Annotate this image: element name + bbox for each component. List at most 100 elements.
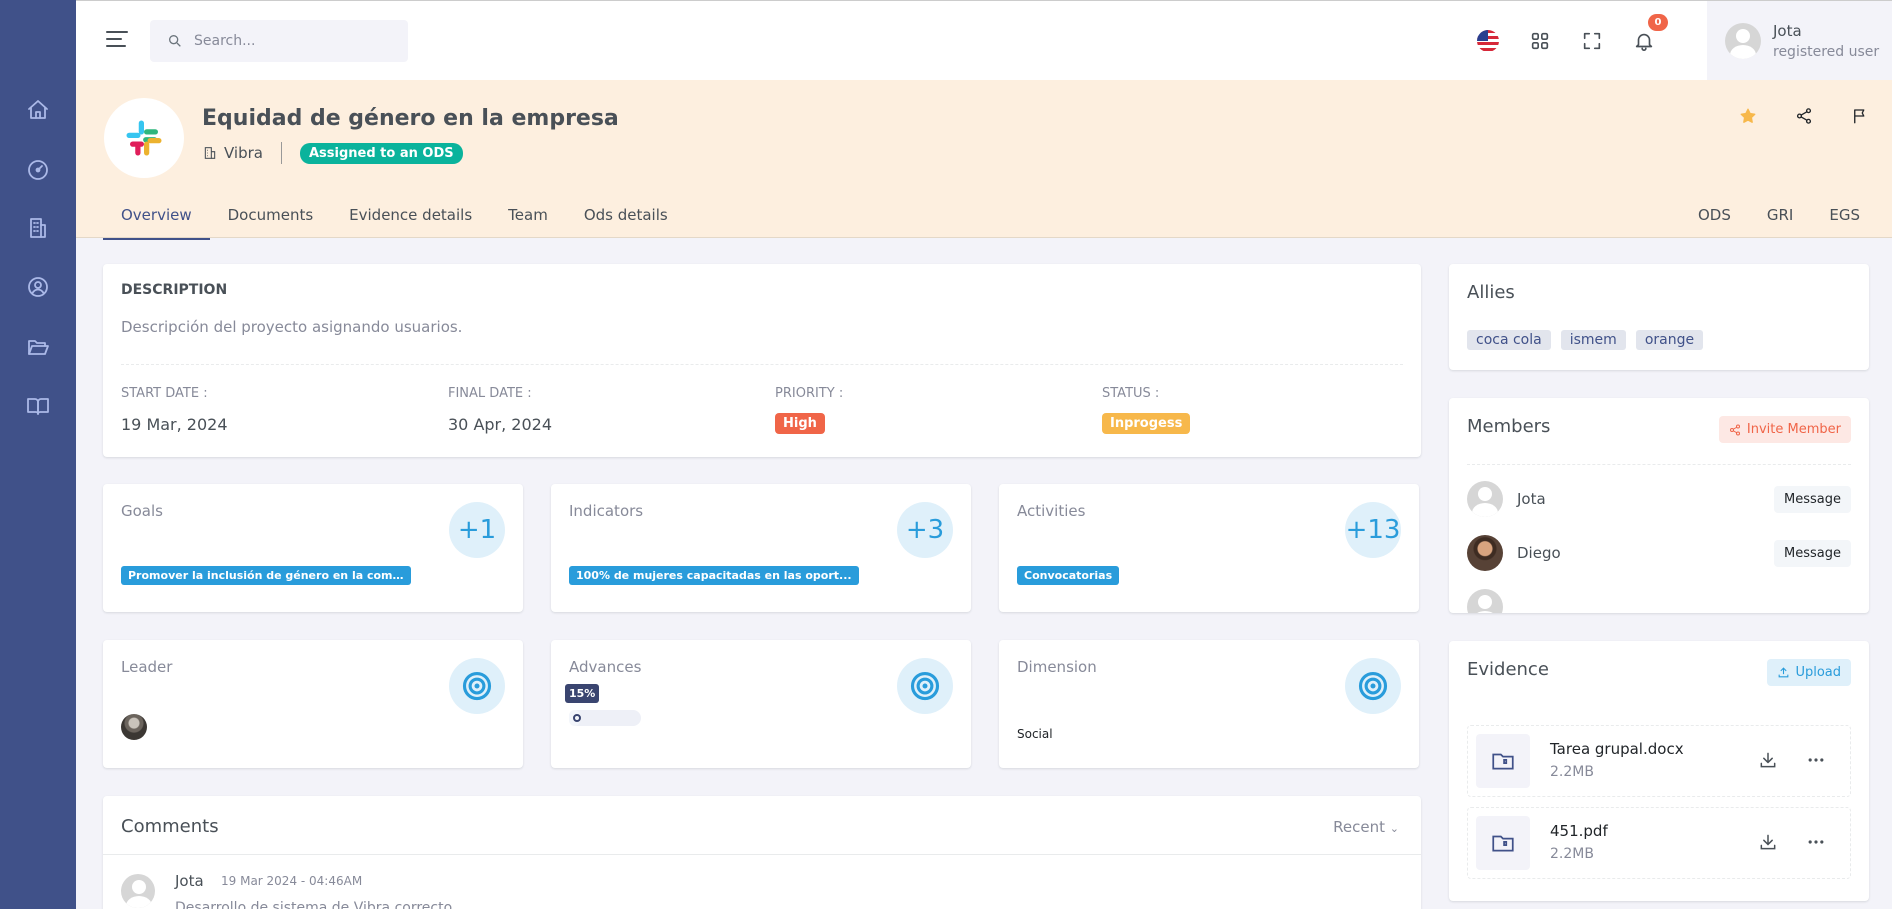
comments-title: Comments — [121, 816, 219, 837]
comment-author: Jota — [175, 872, 204, 890]
evidence-file: 451.pdf 2.2MB — [1467, 807, 1851, 879]
member-avatar — [1467, 481, 1503, 517]
comment-author-avatar — [121, 874, 155, 908]
description-heading: DESCRIPTION — [121, 282, 228, 298]
project-header: Equidad de género en la empresa Vibra As… — [76, 80, 1892, 240]
progress-bar — [569, 710, 641, 726]
more-horizontal-icon[interactable] — [1806, 832, 1828, 854]
tab-evidence-details[interactable]: Evidence details — [331, 200, 490, 240]
fullscreen-button[interactable] — [1574, 23, 1610, 59]
ods-status-badge: Assigned to an ODS — [299, 142, 463, 164]
share-icon — [1796, 108, 1812, 124]
target-icon — [897, 658, 953, 714]
tab-egs[interactable]: EGS — [1811, 200, 1878, 238]
download-icon[interactable] — [1758, 832, 1780, 854]
chevron-down-icon: ⌄ — [1389, 822, 1399, 835]
project-meta: Vibra Assigned to an ODS — [202, 142, 463, 164]
comments-sort-label: Recent — [1333, 818, 1385, 836]
indicators-card[interactable]: Indicators +3 100% de mujeres capacitada… — [551, 484, 971, 612]
invite-member-button[interactable]: Invite Member — [1718, 416, 1851, 443]
member-name: Jota — [1517, 490, 1546, 508]
file-size: 2.2MB — [1550, 846, 1594, 862]
target-icon — [449, 658, 505, 714]
fullscreen-icon — [1583, 32, 1601, 50]
dashboard-gauge-icon[interactable] — [24, 156, 52, 184]
divider — [280, 142, 282, 164]
favorite-button[interactable] — [1730, 98, 1766, 134]
user-circle-icon[interactable] — [24, 273, 52, 301]
invite-member-label: Invite Member — [1746, 422, 1841, 437]
member-row — [1467, 588, 1851, 613]
progress-tooltip: 15% — [565, 684, 600, 703]
tab-gri[interactable]: GRI — [1749, 200, 1811, 238]
leader-card: Leader — [103, 640, 523, 768]
sidebar — [0, 0, 76, 909]
activities-card[interactable]: Activities +13 Convocatorias — [999, 484, 1419, 612]
share-button[interactable] — [1786, 98, 1822, 134]
bell-icon — [1635, 33, 1653, 51]
report-flag-button[interactable] — [1842, 98, 1878, 134]
final-date: FINAL DATE : 30 Apr, 2024 — [448, 386, 552, 434]
menu-toggle-icon[interactable] — [106, 31, 128, 49]
status-label: STATUS : — [1102, 386, 1160, 401]
apps-grid-button[interactable] — [1522, 23, 1558, 59]
indicators-count: +3 — [897, 502, 953, 558]
search-input[interactable] — [194, 33, 384, 49]
tab-team[interactable]: Team — [490, 200, 566, 240]
tab-ods[interactable]: ODS — [1680, 200, 1749, 238]
tab-documents[interactable]: Documents — [210, 200, 332, 240]
member-avatar — [1467, 589, 1503, 613]
project-logo — [104, 98, 184, 178]
folder-file-icon — [1476, 816, 1530, 870]
comments-sort-dropdown[interactable]: Recent ⌄ — [1333, 818, 1399, 836]
goals-card[interactable]: Goals +1 Promover la inclusión de género… — [103, 484, 523, 612]
notifications-button[interactable]: 0 — [1626, 14, 1668, 59]
upload-icon — [1779, 667, 1789, 678]
slack-logo-icon — [126, 120, 162, 156]
tab-ods-details[interactable]: Ods details — [566, 200, 686, 240]
evidence-title: Evidence — [1467, 659, 1549, 680]
divider — [121, 364, 1403, 365]
members-title: Members — [1467, 416, 1551, 437]
upload-label: Upload — [1795, 665, 1841, 680]
divider — [103, 854, 1421, 855]
download-icon[interactable] — [1758, 750, 1780, 772]
home-icon[interactable] — [24, 96, 52, 124]
user-name: Jota — [1773, 22, 1802, 40]
description-text: Descripción del proyecto asignando usuar… — [121, 318, 463, 336]
leader-title: Leader — [121, 658, 173, 676]
upload-button[interactable]: Upload — [1767, 659, 1851, 686]
user-menu[interactable]: Jota registered user — [1707, 1, 1892, 81]
file-name[interactable]: Tarea grupal.docx — [1550, 740, 1684, 758]
final-date-label: FINAL DATE : — [448, 386, 532, 401]
status: STATUS : Inprogess — [1102, 386, 1191, 434]
file-name[interactable]: 451.pdf — [1550, 822, 1608, 840]
folder-open-icon[interactable] — [24, 333, 52, 361]
file-size: 2.2MB — [1550, 764, 1594, 780]
target-icon — [1345, 658, 1401, 714]
leader-avatar[interactable] — [121, 714, 147, 740]
member-avatar — [1467, 535, 1503, 571]
ally-tag[interactable]: orange — [1635, 330, 1704, 350]
language-selector[interactable] — [1470, 23, 1506, 59]
message-button[interactable]: Message — [1774, 485, 1851, 513]
book-open-icon[interactable] — [24, 392, 52, 420]
goals-count: +1 — [449, 502, 505, 558]
building-icon[interactable] — [24, 214, 52, 242]
dimension-card: Dimension Social — [999, 640, 1419, 768]
activities-count: +13 — [1345, 502, 1401, 558]
project-tabs: Overview Documents Evidence details Team… — [103, 200, 686, 240]
message-button[interactable]: Message — [1774, 539, 1851, 567]
indicators-title: Indicators — [569, 502, 644, 520]
member-row: Jota Message — [1467, 480, 1851, 518]
ally-tag[interactable]: ismem — [1560, 330, 1626, 350]
description-card: DESCRIPTION Descripción del proyecto asi… — [103, 264, 1421, 457]
comment-date: 19 Mar 2024 - 04:46AM — [221, 874, 363, 888]
tab-overview[interactable]: Overview — [103, 200, 210, 240]
advances-title: Advances — [569, 658, 642, 676]
search-box — [150, 20, 408, 62]
more-horizontal-icon[interactable] — [1806, 750, 1828, 772]
notification-count-badge: 0 — [1648, 14, 1668, 31]
divider — [1467, 464, 1851, 465]
ally-tag[interactable]: coca cola — [1467, 330, 1551, 350]
